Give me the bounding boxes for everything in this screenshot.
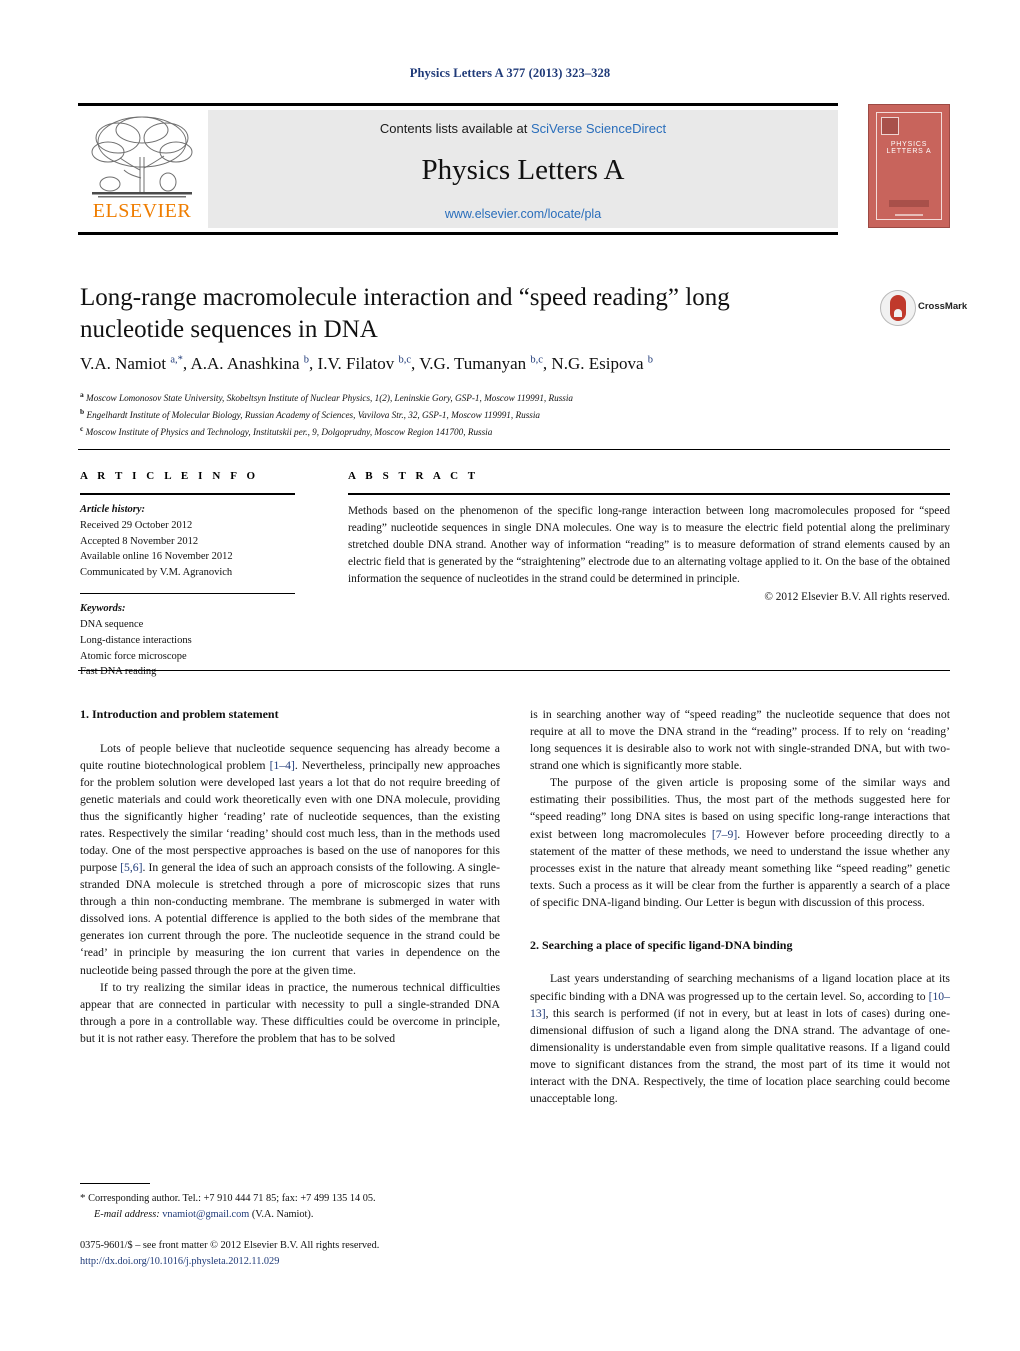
footnote-rule xyxy=(80,1183,150,1184)
corresponding-author-note: * Corresponding author. Tel.: +7 910 444… xyxy=(80,1190,500,1207)
elsevier-tree-icon xyxy=(91,116,193,198)
keyword-item: Atomic force microscope xyxy=(80,650,187,662)
paragraph: Lots of people believe that nucleotide s… xyxy=(80,740,500,979)
history-item: Communicated by V.M. Agranovich xyxy=(80,567,233,578)
article-history-label: Article history: xyxy=(80,504,146,515)
email-link[interactable]: vnamiot@gmail.com xyxy=(162,1209,249,1220)
info-block-rule-top xyxy=(78,449,950,450)
header-rule-bottom xyxy=(78,232,838,235)
abstract-body: Methods based on the phenomenon of the s… xyxy=(348,505,950,585)
paragraph-text: Last years understanding of searching me… xyxy=(530,972,950,1003)
paragraph-text: . In general the idea of such an approac… xyxy=(80,861,500,977)
paragraph: If to try realizing the similar ideas in… xyxy=(80,980,500,1045)
email-note: E-mail address: vnamiot@gmail.com (V.A. … xyxy=(94,1207,500,1222)
crossmark-badge[interactable]: CrossMark xyxy=(880,288,967,328)
article-info-rule xyxy=(80,493,295,495)
article-info-column: A R T I C L E I N F O Article history: R… xyxy=(80,470,320,680)
abstract-heading: A B S T R A C T xyxy=(348,470,479,482)
paragraph: Last years understanding of searching me… xyxy=(530,970,950,1107)
footnote-block: * Corresponding author. Tel.: +7 910 444… xyxy=(80,1190,500,1222)
contents-line: Contents lists available at SciVerse Sci… xyxy=(208,121,838,136)
abstract-rule xyxy=(348,493,950,495)
affiliation-item: b Engelhardt Institute of Molecular Biol… xyxy=(80,406,880,423)
doi-link[interactable]: http://dx.doi.org/10.1016/j.physleta.201… xyxy=(80,1254,540,1270)
history-item: Accepted 8 November 2012 xyxy=(80,535,199,547)
paragraph-text: , this search is performed (if not in ev… xyxy=(530,1006,950,1105)
journal-cover-thumbnail: PHYSICS LETTERS A xyxy=(868,104,950,228)
info-block-rule-bottom xyxy=(78,670,950,671)
section-heading-2: 2. Searching a place of specific ligand-… xyxy=(530,937,793,952)
affiliation-text: Moscow Lomonosov State University, Skobe… xyxy=(86,393,574,404)
header-rule-top xyxy=(78,103,838,106)
journal-title: Physics Letters A xyxy=(421,154,625,186)
article-page: Physics Letters A 377 (2013) 323–328 ELS… xyxy=(0,0,1020,1351)
affiliation-marker: b xyxy=(80,406,85,416)
imprint-line: 0375-9601/$ – see front matter © 2012 El… xyxy=(80,1240,380,1251)
citation-link[interactable]: [7–9] xyxy=(712,828,737,841)
affiliation-list: a Moscow Lomonosov State University, Sko… xyxy=(80,389,880,440)
contents-prefix: Contents lists available at xyxy=(379,121,531,136)
cover-title: PHYSICS LETTERS A xyxy=(886,141,932,155)
running-head: Physics Letters A 377 (2013) 323–328 xyxy=(409,66,611,80)
affiliation-item: a Moscow Lomonosov State University, Sko… xyxy=(80,389,880,406)
author-list: V.A. Namiot a,*, A.A. Anashkina b, I.V. … xyxy=(80,354,653,373)
article-history-group: Article history: Received 29 October 201… xyxy=(80,502,320,581)
section-heading-1: 1. Introduction and problem statement xyxy=(80,707,279,721)
keyword-item: Fast DNA reading xyxy=(80,666,157,678)
page-title: Long-range macromolecule interaction and… xyxy=(80,284,730,343)
citation-link[interactable]: [1–4] xyxy=(270,759,295,772)
email-label: E-mail address: xyxy=(94,1208,160,1220)
cover-footer-line xyxy=(895,214,923,216)
affiliation-text: Moscow Institute of Physics and Technolo… xyxy=(85,427,493,437)
keywords-label: Keywords: xyxy=(80,603,126,615)
journal-banner: Contents lists available at SciVerse Sci… xyxy=(208,110,838,228)
paragraph: The purpose of the given article is prop… xyxy=(530,774,950,911)
cover-mini-logo-icon xyxy=(881,117,899,135)
keyword-item: Long-distance interactions xyxy=(80,634,192,646)
keyword-item: DNA sequence xyxy=(80,619,144,630)
affiliation-marker: c xyxy=(80,423,84,433)
paragraph: is in searching another way of “speed re… xyxy=(530,708,950,773)
elsevier-wordmark: ELSEVIER xyxy=(92,200,192,222)
imprint-block: 0375-9601/$ – see front matter © 2012 El… xyxy=(80,1238,540,1270)
keywords-rule xyxy=(80,592,295,595)
paragraph-text: . Nevertheless, principally new approach… xyxy=(80,758,500,875)
sciencedirect-link[interactable]: SciVerse ScienceDirect xyxy=(531,121,666,136)
cover-footer-block xyxy=(889,200,929,207)
body-column-left: 1. Introduction and problem statement Lo… xyxy=(80,706,500,1047)
journal-url[interactable]: www.elsevier.com/locate/pla xyxy=(208,207,838,221)
crossmark-icon xyxy=(880,290,916,326)
abstract-column: A B S T R A C T Methods based on the phe… xyxy=(348,470,950,603)
affiliation-item: c Moscow Institute of Physics and Techno… xyxy=(80,423,880,440)
crossmark-label: CrossMark xyxy=(918,301,968,312)
email-owner: (V.A. Namiot). xyxy=(251,1208,314,1220)
keywords-group: Keywords: DNA sequence Long-distance int… xyxy=(80,601,320,680)
affiliation-text: Engelhardt Institute of Molecular Biolog… xyxy=(86,410,540,421)
history-item: Available online 16 November 2012 xyxy=(80,551,233,563)
article-info-heading: A R T I C L E I N F O xyxy=(80,470,259,482)
affiliation-marker: a xyxy=(80,390,84,399)
abstract-copyright: © 2012 Elsevier B.V. All rights reserved… xyxy=(764,590,950,603)
elsevier-logo: ELSEVIER xyxy=(82,112,202,228)
history-item: Received 29 October 2012 xyxy=(80,519,193,531)
corresponding-author-text: Corresponding author. Tel.: +7 910 444 7… xyxy=(88,1193,376,1204)
citation-link[interactable]: [5,6] xyxy=(120,861,142,874)
footnote-star-marker: * xyxy=(80,1192,86,1204)
body-column-right: is in searching another way of “speed re… xyxy=(530,706,950,1107)
